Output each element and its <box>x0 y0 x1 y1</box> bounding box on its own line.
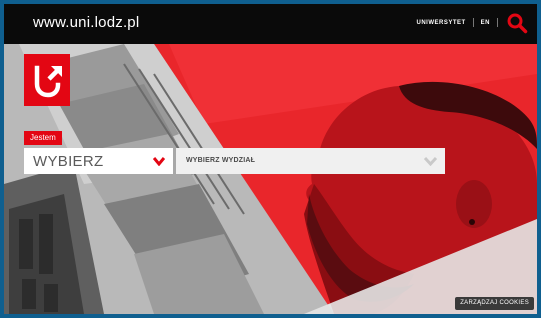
language-switch-en[interactable]: EN <box>481 20 490 26</box>
chevron-down-icon <box>424 156 437 166</box>
faculty-select[interactable]: WYBIERZ WYDZIAŁ <box>176 148 445 174</box>
chevron-down-icon <box>153 157 165 166</box>
nav-divider <box>472 18 474 27</box>
nav-university-link[interactable]: UNIWERSYTET <box>416 20 465 26</box>
page-frame: www.uni.lodz.pl UNIWERSYTET EN Jestem WY… <box>4 4 537 314</box>
hero-image <box>4 44 537 314</box>
university-logo[interactable] <box>24 54 70 106</box>
faculty-select-value: WYBIERZ WYDZIAŁ <box>186 157 256 164</box>
top-bar: www.uni.lodz.pl UNIWERSYTET EN <box>4 4 537 44</box>
role-select[interactable]: WYBIERZ <box>24 148 173 174</box>
role-select-value: WYBIERZ <box>33 153 104 170</box>
role-tag: Jestem <box>24 131 62 145</box>
search-icon[interactable] <box>506 12 528 34</box>
top-nav: UNIWERSYTET EN <box>416 18 505 27</box>
manage-cookies-button[interactable]: ZARZĄDZAJ COOKIES <box>455 297 534 310</box>
site-domain[interactable]: www.uni.lodz.pl <box>33 14 139 31</box>
nav-divider <box>497 18 498 27</box>
ul-logo-icon <box>34 65 62 98</box>
